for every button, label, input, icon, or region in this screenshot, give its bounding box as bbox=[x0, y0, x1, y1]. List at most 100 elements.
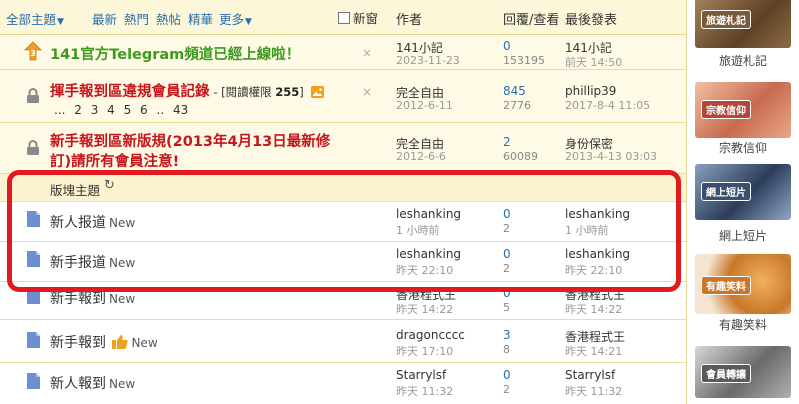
thumbs-up-icon bbox=[112, 335, 129, 353]
filter-digest[interactable]: 精華 bbox=[188, 9, 213, 28]
new-window-toggle[interactable]: 新窗 bbox=[338, 8, 378, 27]
thread-author[interactable]: leshanking bbox=[396, 247, 461, 261]
reply-count[interactable]: 0 bbox=[503, 286, 511, 300]
last-post-time[interactable]: 2013-4-13 03:03 bbox=[565, 150, 657, 163]
sidebar-category-list: 旅遊札記 旅遊札記 宗教信仰 宗教信仰 網上短片 網上短片 有趣笑料 有趣笑料 … bbox=[687, 0, 799, 404]
document-icon bbox=[27, 288, 40, 307]
category-thumbnail[interactable]: 宗教信仰 bbox=[695, 82, 791, 138]
sidebar-item-member-transfer[interactable]: 會員轉讓 bbox=[687, 340, 799, 404]
thread-title-link[interactable]: 新人報到 New bbox=[50, 373, 135, 393]
thread-title-link-cont[interactable]: 訂)請所有會員注意! bbox=[50, 150, 179, 171]
sidebar-item-videos[interactable]: 網上短片 網上短片 bbox=[687, 160, 799, 250]
thread-date: 1 小時前 bbox=[396, 224, 440, 237]
thread-row: 新手報到 New dragoncccc 昨天 17:10 3 8 香港程式王 昨… bbox=[0, 320, 686, 363]
last-post-time[interactable]: 昨天 22:10 bbox=[565, 262, 622, 278]
thread-author[interactable]: dragoncccc bbox=[396, 328, 465, 342]
read-permission-suffix: ] bbox=[299, 85, 304, 99]
close-icon[interactable]: × bbox=[362, 46, 372, 60]
thread-list: 全部主題▼ 最新 熱門 熱帖 精華 更多▼ 新窗 作者 回覆/查看 最後發表 3… bbox=[0, 0, 687, 404]
category-thumbnail[interactable]: 旅遊札記 bbox=[695, 0, 791, 48]
caret-down-icon: ▼ bbox=[57, 17, 64, 27]
svg-text:3: 3 bbox=[30, 49, 36, 58]
thread-title-text[interactable]: 新手報到 bbox=[50, 291, 106, 307]
last-post-time[interactable]: 昨天 14:21 bbox=[565, 343, 622, 359]
thread-author[interactable]: Starrylsf bbox=[396, 368, 446, 382]
sidebar-item-humor[interactable]: 有趣笑料 有趣笑料 bbox=[687, 250, 799, 340]
thread-pagination[interactable]: ... 2 3 4 5 6 .. 43 bbox=[54, 103, 188, 117]
thread-title-link[interactable]: 揮手報到區違規會員記錄 bbox=[50, 84, 210, 100]
document-icon bbox=[27, 251, 40, 270]
lock-icon bbox=[26, 140, 40, 159]
thumbnail-tag: 會員轉讓 bbox=[701, 364, 751, 383]
reply-count[interactable]: 0 bbox=[503, 207, 511, 221]
last-post-time[interactable]: 2017-8-4 11:05 bbox=[565, 99, 650, 112]
refresh-icon[interactable]: ↻ bbox=[104, 178, 115, 193]
reply-count[interactable]: 2 bbox=[503, 135, 511, 149]
last-post-time[interactable]: 昨天 14:22 bbox=[565, 301, 622, 317]
category-thumbnail[interactable]: 網上短片 bbox=[695, 164, 791, 220]
view-count: 153195 bbox=[503, 54, 545, 67]
sidebar-item-religion[interactable]: 宗教信仰 宗教信仰 bbox=[687, 80, 799, 160]
filter-hot[interactable]: 熱門 bbox=[124, 9, 149, 28]
reply-count[interactable]: 845 bbox=[503, 84, 526, 98]
thread-row: 新手報到 New 香港程式王 昨天 14:22 0 5 香港程式王 昨天 14:2… bbox=[0, 282, 686, 320]
read-permission-value: 255 bbox=[275, 85, 300, 99]
thread-title-link[interactable]: 新手报道 New bbox=[50, 252, 135, 272]
image-attachment-icon bbox=[310, 86, 324, 101]
thread-row: 新手报道 New leshanking 昨天 22:10 0 2 leshanki… bbox=[0, 242, 686, 282]
document-icon bbox=[27, 332, 40, 351]
filter-more[interactable]: 更多▼ bbox=[219, 9, 252, 28]
sidebar-item-label[interactable]: 有趣笑料 bbox=[687, 316, 799, 333]
last-post-user[interactable]: Starrylsf bbox=[565, 368, 615, 382]
thread-title-text[interactable]: 新人報到 bbox=[50, 376, 106, 392]
thread-title-link[interactable]: 新手報到 New bbox=[50, 288, 135, 308]
thread-title-link[interactable]: 新手報到區新版規(2013年4月13日最新修 bbox=[50, 130, 330, 151]
thread-date: 昨天 22:10 bbox=[396, 264, 454, 277]
close-icon[interactable]: × bbox=[362, 85, 372, 99]
read-permission-label: - [閱讀權限 bbox=[213, 85, 272, 99]
reply-count[interactable]: 3 bbox=[503, 328, 511, 342]
view-count: 2 bbox=[503, 222, 510, 235]
sidebar-item-travel[interactable]: 旅遊札記 旅遊札記 bbox=[687, 0, 799, 80]
filter-latest[interactable]: 最新 bbox=[92, 9, 117, 28]
checkbox[interactable] bbox=[338, 11, 350, 24]
thread-date: 2023-11-23 bbox=[396, 54, 460, 67]
category-thumbnail[interactable]: 會員轉讓 bbox=[695, 346, 791, 398]
last-post-time[interactable]: 昨天 11:32 bbox=[565, 383, 622, 399]
thread-date: 昨天 17:10 bbox=[396, 345, 454, 358]
last-post-user[interactable]: phillip39 bbox=[565, 84, 616, 98]
document-icon bbox=[27, 373, 40, 392]
thumbnail-tag: 旅遊札記 bbox=[701, 10, 751, 29]
thread-title-text[interactable]: 新人报道 bbox=[50, 215, 106, 231]
sidebar-item-label[interactable]: 宗教信仰 bbox=[687, 139, 799, 156]
thread-title-link[interactable]: 141官方Telegram頻道已經上線啦！ bbox=[50, 43, 300, 64]
section-label: 版塊主題 bbox=[50, 183, 101, 198]
thread-title-text[interactable]: 新手报道 bbox=[50, 255, 106, 271]
last-post-time[interactable]: 前天 14:50 bbox=[565, 54, 622, 70]
view-count: 5 bbox=[503, 301, 510, 314]
thumbnail-tag: 網上短片 bbox=[701, 182, 751, 201]
thread-title-text[interactable]: 新手報到 bbox=[50, 335, 106, 351]
reply-count[interactable]: 0 bbox=[503, 368, 511, 382]
sidebar-item-label[interactable]: 旅遊札記 bbox=[687, 52, 799, 69]
sticky-thread-row: 新手報到區新版規(2013年4月13日最新修 訂)請所有會員注意! 完全自由 2… bbox=[0, 123, 686, 174]
reply-count[interactable]: 0 bbox=[503, 39, 511, 53]
last-post-user[interactable]: leshanking bbox=[565, 207, 630, 221]
category-thumbnail[interactable]: 有趣笑料 bbox=[695, 254, 791, 314]
last-post-time[interactable]: 1 小時前 bbox=[565, 222, 609, 238]
filter-all-topics[interactable]: 全部主題▼ bbox=[6, 9, 64, 28]
caret-down-icon: ▼ bbox=[245, 17, 252, 27]
thumbnail-tag: 宗教信仰 bbox=[701, 100, 751, 119]
thread-title-link[interactable]: 新手報到 New bbox=[50, 332, 158, 353]
reply-count[interactable]: 0 bbox=[503, 247, 511, 261]
sidebar-item-label[interactable]: 網上短片 bbox=[687, 227, 799, 244]
sticky-thread-row: 揮手報到區違規會員記錄 - [閱讀權限 255] ... 2 3 4 5 6 .… bbox=[0, 70, 686, 123]
new-badge: New bbox=[109, 216, 136, 230]
last-post-user[interactable]: leshanking bbox=[565, 247, 630, 261]
new-badge: New bbox=[109, 377, 136, 391]
view-count: 8 bbox=[503, 343, 510, 356]
sticky-thread-row: 3 141官方Telegram頻道已經上線啦！ × 141小記 2023-11-… bbox=[0, 35, 686, 70]
filter-hot-posts[interactable]: 熱帖 bbox=[156, 9, 181, 28]
thread-title-link[interactable]: 新人报道 New bbox=[50, 212, 135, 232]
thread-author[interactable]: leshanking bbox=[396, 207, 461, 221]
